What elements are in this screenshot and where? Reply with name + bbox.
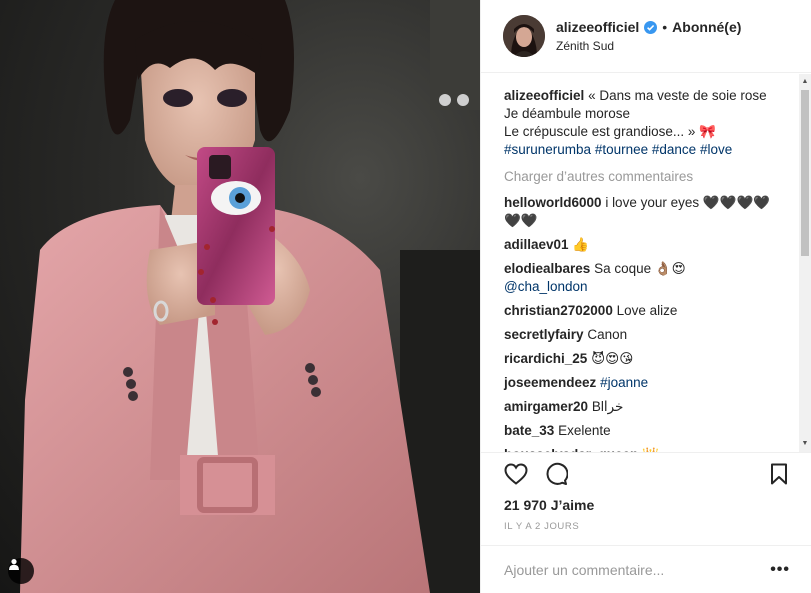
comment-text: Love alize (616, 303, 678, 318)
comment-item: christian2702000 Love alize (504, 302, 782, 320)
comment-text: 👍 (572, 237, 590, 252)
comment-item: adillaev01 👍 (504, 236, 782, 254)
like-button[interactable] (503, 462, 529, 490)
hashtag-link[interactable]: #love (700, 142, 732, 157)
caption-line-3: Le crépuscule est grandiose... » (504, 124, 696, 139)
comment-item: amirgamer20 Blخرا (504, 398, 782, 416)
comments-list[interactable]: alizeeofficiel « Dans ma veste de soie r… (481, 74, 811, 452)
post-timestamp[interactable]: IL Y A 2 JOURS (504, 521, 579, 532)
post-sidebar: alizeeofficiel • Abonné(e) Zénith Sud al… (480, 0, 811, 593)
hashtag-link[interactable]: #joanne (600, 375, 648, 390)
comment-username[interactable]: helloworld6000 (504, 195, 602, 210)
save-button[interactable] (766, 463, 792, 489)
comment-item: elodiealbares Sa coque 👌🏽😍 @cha_london (504, 260, 782, 296)
hashtag-link[interactable]: #surunerumba (504, 142, 591, 157)
hashtag-link[interactable]: #dance (652, 142, 696, 157)
more-options-button[interactable]: ••• (770, 561, 790, 577)
scroll-down-arrow-icon[interactable]: ▼ (799, 438, 811, 450)
separator-dot: • (662, 19, 668, 35)
comment-username[interactable]: ricardichi_25 (504, 351, 587, 366)
load-more-comments-button[interactable]: Charger d’autres commentaires (504, 168, 782, 186)
comment-text: Canon (587, 327, 628, 342)
avatar[interactable] (503, 15, 545, 57)
bookmark-icon (770, 463, 788, 490)
comment-text: Sa coque 👌🏽😍 (594, 261, 686, 276)
hashtag-link[interactable]: #tournee (595, 142, 648, 157)
comment-item: secretlyfairy Canon (504, 326, 782, 344)
comment-username[interactable]: joseemendeez (504, 375, 596, 390)
post-caption: alizeeofficiel « Dans ma veste de soie r… (504, 87, 782, 159)
speech-bubble-icon (544, 462, 569, 491)
comment-item: helloworld6000 i love your eyes 🖤🖤🖤🖤🖤🖤 (504, 194, 782, 230)
add-comment-bar: ••• (481, 545, 811, 593)
comment-text: Blخرا (591, 399, 624, 414)
heart-outline-icon (504, 462, 528, 490)
post-header: alizeeofficiel • Abonné(e) Zénith Sud (481, 0, 811, 73)
comment-text: Exelente (558, 423, 611, 438)
comment-username[interactable]: christian2702000 (504, 303, 613, 318)
comment-username[interactable]: bate_33 (504, 423, 554, 438)
comment-text: 😈😍😘 (591, 351, 634, 366)
follow-status-button[interactable]: Abonné(e) (672, 19, 741, 35)
photo-image (20, 0, 480, 593)
post-author-username[interactable]: alizeeofficiel (556, 19, 639, 35)
post-location[interactable]: Zénith Sud (556, 39, 741, 53)
mention-link[interactable]: @cha_london (504, 279, 588, 294)
caption-emoji: 🎀 (699, 124, 716, 139)
likes-count[interactable]: 21 970 J’aime (504, 497, 594, 513)
post-photo[interactable] (0, 0, 480, 593)
scrollbar-thumb[interactable] (801, 90, 809, 256)
comment-item: ricardichi_25 😈😍😘 (504, 350, 782, 368)
comment-username[interactable]: amirgamer20 (504, 399, 588, 414)
verified-badge-icon (644, 20, 658, 34)
comment-input[interactable] (504, 561, 771, 578)
scroll-up-arrow-icon[interactable]: ▲ (799, 76, 811, 88)
caption-username[interactable]: alizeeofficiel (504, 88, 584, 103)
comments-scrollbar[interactable]: ▲ ▼ (799, 74, 811, 452)
comment-username[interactable]: secretlyfairy (504, 327, 584, 342)
comment-username[interactable]: adillaev01 (504, 237, 569, 252)
caption-line-1: « Dans ma veste de soie rose (588, 88, 767, 103)
post-actions (481, 452, 811, 499)
comment-username[interactable]: elodiealbares (504, 261, 590, 276)
comment-item: joseemendeez #joanne (504, 374, 782, 392)
caption-line-2: Je déambule morose (504, 106, 631, 121)
tagged-users-button[interactable] (8, 558, 34, 584)
comment-item: bate_33 Exelente (504, 422, 782, 440)
comment-button[interactable] (543, 462, 569, 491)
